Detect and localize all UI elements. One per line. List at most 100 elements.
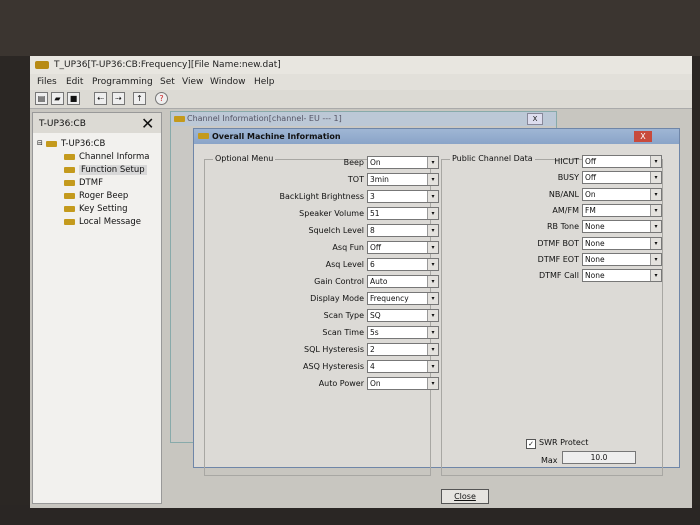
backlight-brightness-value: 3 [370,192,375,201]
tree-item-label: DTMF [79,178,103,188]
hicut-value: Off [585,157,597,166]
dtmf-call-value: None [585,271,605,281]
scan-type-select[interactable]: SQ ▾ [367,309,439,322]
menu-view[interactable]: View [182,77,203,87]
dtmf-eot-label: DTMF EOT [537,254,579,264]
rb-tone-value: None [585,222,605,232]
close-icon[interactable]: ✕ [141,114,154,133]
child-window-close-button[interactable]: X [527,113,543,125]
nb-anl-select[interactable]: On ▾ [582,187,662,201]
beep-label: Beep [343,158,364,167]
squelch-level-label: Squelch Level [308,226,365,235]
chevron-down-icon[interactable]: ▾ [650,188,661,200]
auto-power-select[interactable]: On ▾ [367,377,439,390]
max-input[interactable]: 10.0 [562,451,636,464]
collapse-icon[interactable]: ⊟ [37,139,43,147]
chevron-down-icon[interactable]: ▾ [427,208,438,219]
tree-panel-title: T-UP36:CB [39,119,86,129]
dialog-close-button[interactable]: X [634,131,652,142]
scan-type-value: SQ [370,311,381,320]
menu-help[interactable]: Help [254,77,275,87]
chevron-down-icon[interactable]: ▾ [650,237,661,249]
chevron-down-icon[interactable]: ▾ [650,172,661,184]
chevron-down-icon[interactable]: ▾ [427,276,438,287]
menu-programming[interactable]: Programming [92,77,153,87]
chevron-down-icon[interactable]: ▾ [427,293,438,304]
child-window-title: Channel Information[channel- EU --- 1] [187,114,342,123]
window-icon [174,116,185,122]
swr-protect-checkbox[interactable]: ✓ [526,439,536,449]
app-logo-icon [35,61,49,69]
dtmf-bot-select[interactable]: None ▾ [582,236,662,250]
chevron-down-icon[interactable]: ▾ [427,191,438,202]
chevron-down-icon[interactable]: ▾ [427,378,438,389]
write-radio-icon[interactable]: ⇢ [112,92,125,105]
dtmf-bot-label: DTMF BOT [537,238,579,248]
backlight-brightness-select[interactable]: 3 ▾ [367,190,439,203]
chevron-down-icon[interactable]: ▾ [650,253,661,265]
asq-fun-label: Asq Fun [332,243,364,252]
tree-root-label: T-UP36:CB [61,139,106,149]
menu-window[interactable]: Window [210,77,246,87]
squelch-level-select[interactable]: 8 ▾ [367,224,439,237]
am-fm-select[interactable]: FM ▾ [582,203,662,217]
asq-hysteresis-select[interactable]: 4 ▾ [367,360,439,373]
asq-fun-select[interactable]: Off ▾ [367,241,439,254]
sql-hysteresis-label: SQL Hysteresis [304,345,364,354]
dtmf-eot-select[interactable]: None ▾ [582,252,662,266]
chevron-down-icon[interactable]: ▾ [427,242,438,253]
menu-edit[interactable]: Edit [66,77,83,87]
backlight-brightness-label: BackLight Brightness [279,192,364,201]
hicut-select[interactable]: Off ▾ [582,155,662,168]
send-icon[interactable]: ↑ [133,92,146,105]
chevron-down-icon[interactable]: ▾ [650,270,661,282]
close-button[interactable]: Close [441,489,489,504]
sql-hysteresis-select[interactable]: 2 ▾ [367,343,439,356]
tree-item-label: Channel Informa [79,152,150,162]
rb-tone-select[interactable]: None ▾ [582,220,662,234]
scan-time-label: Scan Time [322,328,364,337]
menu-files[interactable]: Files [37,77,57,87]
chevron-down-icon[interactable]: ▾ [427,344,438,355]
beep-select[interactable]: On ▾ [367,156,439,169]
chevron-down-icon[interactable]: ▾ [427,225,438,236]
dialog-icon [198,133,209,139]
app-titlebar: T_UP36[T-UP36:CB:Frequency][File Name:ne… [30,56,692,74]
node-icon [64,154,75,160]
chevron-down-icon[interactable]: ▾ [650,204,661,216]
chevron-down-icon[interactable]: ▾ [650,156,661,167]
menu-set[interactable]: Set [160,77,175,87]
chevron-down-icon[interactable]: ▾ [427,259,438,270]
auto-power-label: Auto Power [318,379,364,388]
rb-tone-label: RB Tone [546,222,579,232]
chevron-down-icon[interactable]: ▾ [427,174,438,185]
tree-item-label: Roger Beep [79,191,129,201]
open-folder-icon[interactable]: ▰ [51,92,64,105]
help-icon[interactable]: ? [155,92,168,105]
chevron-down-icon[interactable]: ▾ [427,361,438,372]
chevron-down-icon[interactable]: ▾ [650,221,661,233]
node-icon [64,167,75,173]
app-title: T_UP36[T-UP36:CB:Frequency][File Name:ne… [54,60,281,70]
dtmf-call-select[interactable]: None ▾ [582,269,662,283]
new-file-icon[interactable]: ▤ [35,92,48,105]
gain-control-value: Auto [370,277,388,286]
speaker-volume-label: Speaker Volume [299,209,364,218]
tot-select[interactable]: 3min ▾ [367,173,439,186]
gain-control-select[interactable]: Auto ▾ [367,275,439,288]
chevron-down-icon[interactable]: ▾ [427,327,438,338]
chevron-down-icon[interactable]: ▾ [427,310,438,321]
dtmf-call-label: DTMF Call [538,271,579,281]
speaker-volume-select[interactable]: 51 ▾ [367,207,439,220]
tree-item-label: Local Message [79,217,141,227]
asq-level-select[interactable]: 6 ▾ [367,258,439,271]
scan-time-select[interactable]: 5s ▾ [367,326,439,339]
busy-select[interactable]: Off ▾ [582,171,662,185]
display-mode-select[interactable]: Frequency ▾ [367,292,439,305]
save-icon[interactable]: ■ [67,92,80,105]
chevron-down-icon[interactable]: ▾ [427,157,438,168]
hicut-label: HICUT [554,157,579,166]
max-label: Max [541,456,558,465]
read-radio-icon[interactable]: ⇠ [94,92,107,105]
monitor-bezel-top [0,0,700,56]
